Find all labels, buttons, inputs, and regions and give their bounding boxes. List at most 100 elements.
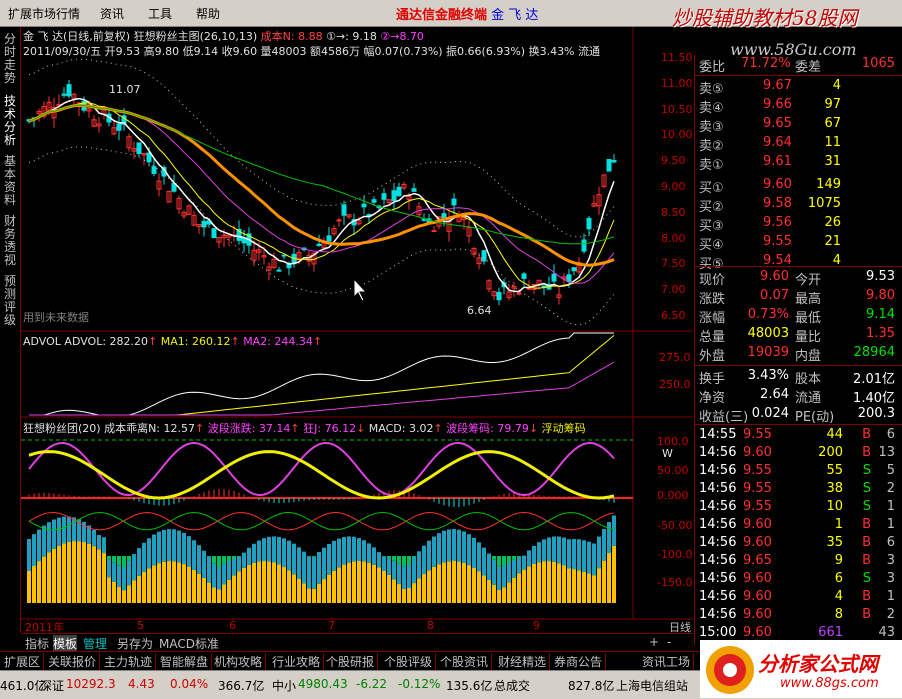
sell-level[interactable]: 卖②9.6411 (697, 135, 901, 153)
tick-row[interactable]: 14:569.659B3 (697, 553, 901, 571)
stat-label: 最高 (795, 288, 821, 307)
sell-level-price: 9.65 (763, 116, 792, 131)
tick-row[interactable]: 14:559.5544B6 (697, 427, 901, 445)
chip-bar-cyan (587, 542, 591, 574)
tick-time: 14:56 (699, 499, 736, 514)
tab-template[interactable]: 模板 (53, 635, 77, 652)
menu-news[interactable]: 资讯 (100, 5, 124, 22)
tab-timeshare[interactable]: 分时走势 (2, 33, 18, 85)
chip-bar-yellow (592, 576, 596, 603)
bottom-button[interactable]: 券商公告 (554, 653, 606, 670)
tick-time: 14:56 (699, 481, 736, 496)
sell-level[interactable]: 卖⑤9.674 (697, 78, 901, 96)
chip-bar-cyan (607, 522, 611, 553)
bottom-button[interactable]: 个股资讯 (440, 653, 492, 670)
chip-bar-yellow (337, 567, 341, 603)
chip-bar-cyan (282, 538, 286, 567)
order-diff-value: 1065 (862, 56, 895, 71)
chip-bar-yellow (542, 561, 546, 603)
chip-bar-yellow (407, 588, 411, 603)
tab-technical[interactable]: 技术分析 (2, 95, 18, 147)
chip-bar-yellow (147, 568, 151, 603)
candle-body (382, 194, 386, 200)
chip-bar-yellow (382, 571, 386, 603)
stat-value: 2.01亿 (853, 368, 895, 387)
bottom-button[interactable]: 财经精选 (498, 653, 550, 670)
tick-row[interactable]: 14:569.5510S1 (697, 499, 901, 517)
advol-ma2: MA2: 244.34 (243, 335, 313, 348)
tab-rating[interactable]: 预测评级 (2, 275, 18, 327)
tick-row[interactable]: 14:569.604B1 (697, 589, 901, 607)
tick-row[interactable]: 14:569.606S3 (697, 571, 901, 589)
menu-help[interactable]: 帮助 (196, 5, 220, 22)
zoom-in-button[interactable]: + (649, 635, 659, 649)
tick-row[interactable]: 14:569.601B1 (697, 517, 901, 535)
chip-bar-yellow (487, 580, 491, 603)
tick-count: 2 (887, 481, 895, 496)
bottom-button[interactable]: 关联报价 (48, 653, 100, 670)
chip-bar-yellow (292, 574, 296, 603)
bottom-button[interactable]: 资讯工场 (642, 653, 694, 670)
tick-count: 3 (887, 553, 895, 568)
menu-extended-market[interactable]: 扩展市场行情 (8, 5, 80, 22)
tab-fundamentals[interactable]: 基本资料 (2, 155, 18, 207)
sell-level-volume: 97 (824, 97, 841, 112)
osc-title-text: 狂想粉丝团(20) 成本乖离N: 12.57 (23, 422, 195, 435)
tab-macd[interactable]: MACD标准 (159, 635, 219, 652)
chip-bar-yellow (167, 561, 171, 603)
sell-level[interactable]: 卖④9.6697 (697, 97, 901, 115)
bottom-button[interactable]: 行业攻略 (272, 653, 324, 670)
stat2-row: 收益(三)0.024PE(动)200.3 (697, 406, 901, 424)
chip-bar-cyan (47, 522, 51, 552)
tick-price: 9.60 (743, 517, 772, 532)
bottom-button[interactable]: 个股评级 (384, 653, 436, 670)
chart-area[interactable]: 金 飞 达(日线,前复权) 狂想粉丝主图(26,10,13) 成本N: 8.88… (21, 27, 693, 633)
kline-svg[interactable] (21, 27, 693, 633)
xaxis-m5: 5 (137, 619, 144, 632)
sell-level[interactable]: 卖①9.6131 (697, 154, 901, 172)
stat-value: 28964 (854, 345, 895, 360)
tab-finance[interactable]: 财务透视 (2, 215, 18, 267)
chip-bar-yellow (277, 564, 281, 603)
bottom-button[interactable]: 机构攻略 (214, 653, 266, 670)
chip-bar-cyan (157, 532, 161, 563)
chip-bar-yellow (557, 563, 561, 603)
candle-body (397, 187, 401, 195)
tab-indicator[interactable]: 指标 (25, 635, 49, 652)
tick-side: S (863, 463, 871, 478)
candle-body (212, 229, 216, 238)
buy-level[interactable]: 买②9.581075 (697, 196, 901, 214)
candle-body (137, 143, 141, 154)
chip-bar-yellow (212, 588, 216, 603)
chip-bar-yellow (102, 553, 106, 603)
zoom-out-button[interactable]: - (667, 635, 671, 649)
buy-level[interactable]: 买④9.5521 (697, 234, 901, 252)
sell-level[interactable]: 卖③9.6567 (697, 116, 901, 134)
chip-bar-cyan (517, 558, 521, 574)
zx-change: -6.22 (356, 677, 387, 691)
tick-row[interactable]: 14:569.5538S2 (697, 481, 901, 499)
bottom-button[interactable]: 个股研报 (326, 653, 378, 670)
bottom-button[interactable]: 智能解盘 (160, 653, 212, 670)
chip-bar-yellow (237, 571, 241, 603)
chip-bar-cyan (532, 546, 536, 564)
kline-ytick: 9.00 (661, 180, 686, 193)
tab-saveas[interactable]: 另存为 (117, 635, 153, 652)
tick-row[interactable]: 14:569.5555S5 (697, 463, 901, 481)
menu-tools[interactable]: 工具 (148, 5, 172, 22)
advol-ytick-0: 275.0 (659, 351, 691, 364)
tick-row[interactable]: 14:569.60200B13 (697, 445, 901, 463)
stat-label: 净资 (699, 387, 725, 406)
tab-manage[interactable]: 管理 (83, 635, 107, 652)
buy-level[interactable]: 买③9.5626 (697, 215, 901, 233)
chip-bar-cyan (202, 551, 206, 578)
divider (695, 75, 902, 76)
tick-row[interactable]: 14:569.6035B6 (697, 535, 901, 553)
bottom-button[interactable]: 扩展区 (4, 653, 44, 670)
bottom-button[interactable]: 主力轨迹 (104, 653, 156, 670)
left-tabs: 分时走势 技术分析 基本资料 财务透视 预测评级 (0, 27, 21, 633)
buy-level[interactable]: 买①9.60149 (697, 177, 901, 195)
chip-bar-yellow (327, 575, 331, 603)
tick-row[interactable]: 14:569.608B2 (697, 607, 901, 625)
chip-bar-yellow (252, 563, 256, 603)
